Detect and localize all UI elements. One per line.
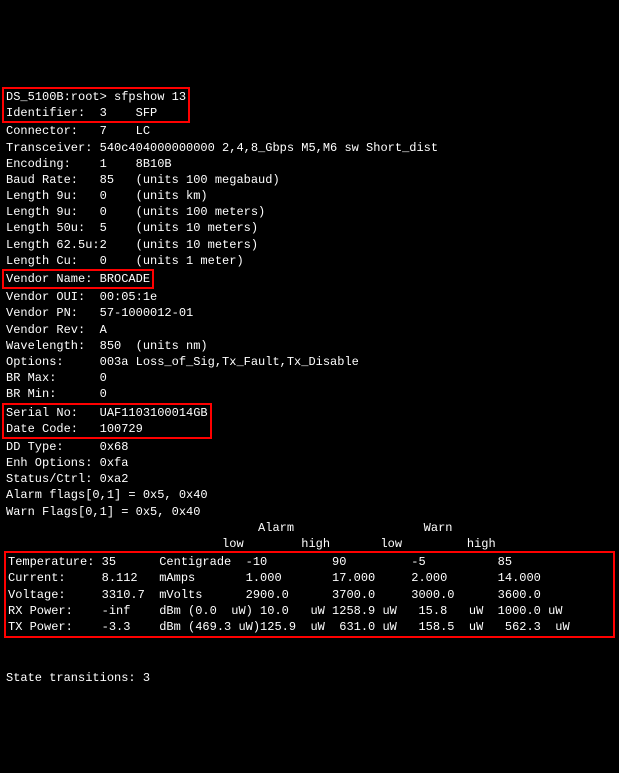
connector-line: Connector: 7 LC [6, 124, 150, 138]
temperature-row: Temperature: 35 Centigrade -10 90 -5 85 [8, 555, 512, 569]
length-50u-line: Length 50u: 5 (units 10 meters) [6, 221, 258, 235]
vendor-name-line: Vendor Name: BROCADE [2, 269, 154, 289]
encoding-line: Encoding: 1 8B10B [6, 157, 172, 171]
length-9u-100m-line: Length 9u: 0 (units 100 meters) [6, 205, 265, 219]
tx-power-row: TX Power: -3.3 dBm (469.3 uW)125.9 uW 63… [8, 620, 570, 634]
length-62-5u-line: Length 62.5u:2 (units 10 meters) [6, 238, 258, 252]
br-max-line: BR Max: 0 [6, 371, 107, 385]
current-row: Current: 8.112 mAmps 1.000 17.000 2.000 … [8, 571, 541, 585]
rx-power-row: RX Power: -inf dBm (0.0 uW) 10.0 uW 1258… [8, 604, 563, 618]
voltage-row: Voltage: 3310.7 mVolts 2900.0 3700.0 300… [8, 588, 541, 602]
wavelength-line: Wavelength: 850 (units nm) [6, 339, 208, 353]
alarm-flags-line: Alarm flags[0,1] = 0x5, 0x40 [6, 488, 208, 502]
command-prompt: DS_5100B:root> sfpshow 13 Identifier: 3 … [2, 87, 190, 123]
options-line: Options: 003a Loss_of_Sig,Tx_Fault,Tx_Di… [6, 355, 359, 369]
vendor-pn-line: Vendor PN: 57-1000012-01 [6, 306, 193, 320]
transceiver-line: Transceiver: 540c404000000000 2,4,8_Gbps… [6, 141, 438, 155]
table-subheader: low high low high [6, 537, 496, 551]
diagnostic-table: Temperature: 35 Centigrade -10 90 -5 85 … [4, 551, 615, 638]
enh-options-line: Enh Options: 0xfa [6, 456, 128, 470]
vendor-oui-line: Vendor OUI: 00:05:1e [6, 290, 157, 304]
baud-rate-line: Baud Rate: 85 (units 100 megabaud) [6, 173, 280, 187]
warn-flags-line: Warn Flags[0,1] = 0x5, 0x40 [6, 505, 200, 519]
br-min-line: BR Min: 0 [6, 387, 107, 401]
state-transitions-line: State transitions: 3 [6, 671, 150, 685]
table-header: Alarm Warn [6, 521, 452, 535]
length-cu-line: Length Cu: 0 (units 1 meter) [6, 254, 244, 268]
dd-type-line: DD Type: 0x68 [6, 440, 128, 454]
serial-date-block: Serial No: UAF1103100014GB Date Code: 10… [2, 403, 212, 439]
terminal-output: DS_5100B:root> sfpshow 13 Identifier: 3 … [6, 71, 613, 686]
length-9u-km-line: Length 9u: 0 (units km) [6, 189, 208, 203]
vendor-rev-line: Vendor Rev: A [6, 323, 107, 337]
status-ctrl-line: Status/Ctrl: 0xa2 [6, 472, 128, 486]
